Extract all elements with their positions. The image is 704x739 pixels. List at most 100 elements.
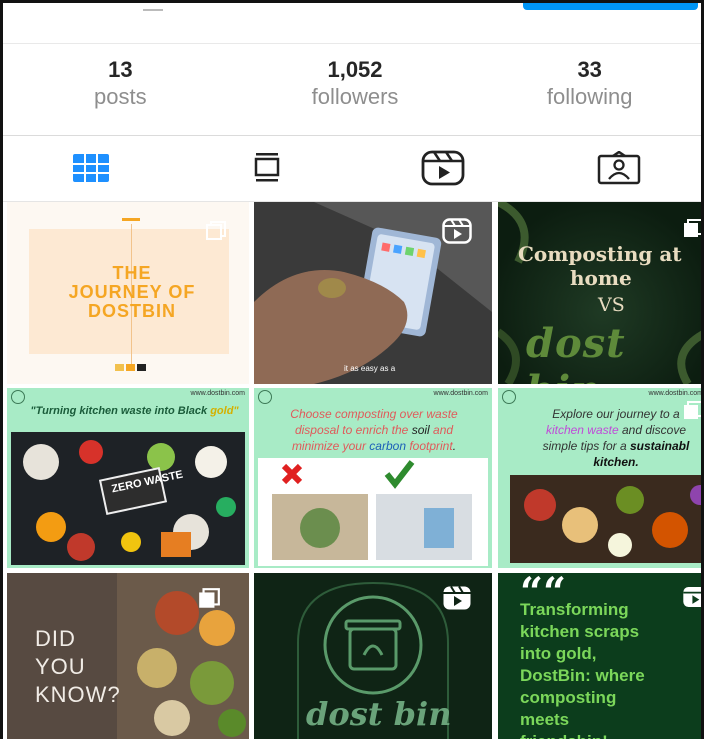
following-count: 33 <box>577 57 602 82</box>
followers-stat[interactable]: 1,052 followers <box>238 43 473 135</box>
followers-count: 1,052 <box>327 57 383 82</box>
did-you-know-line: DID <box>35 626 76 651</box>
post-dostbin-logo[interactable]: dost bin <box>254 573 492 739</box>
post-transforming-scraps[interactable]: ““ Transforming kitchen scraps into gold… <box>498 573 701 739</box>
profile-screen: 13 posts 1,052 followers 33 following TH… <box>0 0 704 739</box>
journey-title: THE JOURNEY OF DOSTBIN <box>37 264 227 321</box>
brand-logo-icon <box>258 390 272 404</box>
dostbin-brand: dost bin <box>306 695 452 733</box>
post-explore-journey[interactable]: www.dostbin.com Explore our journey to a… <box>498 388 703 568</box>
top-bar <box>3 3 701 44</box>
following-stat[interactable]: 33 following <box>472 43 701 135</box>
message-text: and discove <box>618 423 687 437</box>
platter-photo <box>510 475 701 563</box>
multi-post-icon <box>684 219 701 237</box>
followers-label: followers <box>311 84 399 109</box>
composting-message: Choose composting over waste disposal to… <box>258 406 490 454</box>
carbon-text: carbon <box>369 439 406 453</box>
multi-post-icon <box>206 221 226 240</box>
transforming-line: kitchen scraps <box>520 622 640 641</box>
kitchen-text: kitchen. <box>593 455 639 469</box>
top-divider <box>143 9 163 11</box>
message-line: Choose composting over waste <box>290 407 458 421</box>
transforming-line: composting <box>520 688 617 707</box>
message-line: kitchen waste and discove <box>506 422 701 438</box>
quote-end: gold" <box>207 405 239 417</box>
composting-heading: Composting at home <box>518 242 701 290</box>
posts-grid: THE JOURNEY OF DOSTBIN it as easy as a C… <box>3 202 703 739</box>
compare-panel <box>258 458 488 566</box>
heading-line: Composting at <box>518 242 682 266</box>
transforming-line: into gold, <box>520 644 597 663</box>
message-text: minimize your <box>291 439 370 453</box>
journey-title-line: JOURNEY OF <box>68 282 196 302</box>
site-url: www.dostbin.com <box>433 390 488 397</box>
accent-bar <box>122 218 140 221</box>
post-journey-of-dostbin[interactable]: THE JOURNEY OF DOSTBIN <box>7 202 249 384</box>
reel-caption: it as easy as a <box>344 364 396 373</box>
quote-highlight: Black <box>177 405 208 417</box>
message-line: Explore our journey to a <box>552 407 680 421</box>
profile-tabs <box>3 135 701 202</box>
message-text: and <box>429 423 454 437</box>
multi-post-icon <box>199 588 220 608</box>
edit-profile-button[interactable] <box>523 3 698 10</box>
post-choose-composting[interactable]: www.dostbin.com Choose composting over w… <box>254 388 492 568</box>
message-line: minimize your carbon footprint. <box>258 438 490 454</box>
post-quote: "Turning kitchen waste into Black gold" <box>27 405 242 417</box>
profile-stats: 13 posts 1,052 followers 33 following <box>3 43 701 136</box>
transforming-line: Transforming <box>520 600 629 619</box>
message-text: . <box>452 439 457 453</box>
posts-label: posts <box>94 84 147 109</box>
transforming-line: friendship! <box>520 731 701 739</box>
reels-tab[interactable] <box>355 135 531 201</box>
feed-icon <box>254 153 280 182</box>
did-you-know-line: YOU <box>35 654 86 679</box>
grid-tab[interactable] <box>3 135 179 201</box>
brand-logo-icon <box>11 390 25 404</box>
posts-count: 13 <box>108 57 133 82</box>
quote-prefix: "Turning kitchen waste into <box>30 405 178 417</box>
message-line: disposal to enrich the soil and <box>258 422 490 438</box>
tagged-tab[interactable] <box>531 135 701 201</box>
heading-line: home <box>570 266 632 290</box>
tagged-icon <box>597 151 641 185</box>
site-url: www.dostbin.com <box>190 390 245 397</box>
soil-text: soil <box>411 423 430 437</box>
dostbin-brand: dost bin <box>526 320 626 384</box>
food-waste-photo: ZERO WASTE <box>11 432 245 565</box>
post-composting-vs-dostbin[interactable]: Composting at home VS dost bin <box>498 202 701 384</box>
grid-icon <box>73 154 109 182</box>
journey-message: Explore our journey to a kitchen waste a… <box>506 406 701 470</box>
footprint-text: footprint <box>406 439 453 453</box>
transforming-line: DostBin: where <box>520 666 645 685</box>
reel-icon <box>443 585 471 610</box>
site-url: www.dostbin.com <box>648 390 703 397</box>
message-text: simple tips for a <box>542 439 630 453</box>
journey-title-line: DOSTBIN <box>88 301 176 321</box>
posts-stat[interactable]: 13 posts <box>3 43 238 135</box>
post-phone-hand[interactable]: it as easy as a <box>254 202 492 384</box>
reel-icon <box>683 587 701 607</box>
message-text: disposal to enrich the <box>294 423 412 437</box>
journey-title-line: THE <box>112 263 152 283</box>
vs-text: VS <box>598 294 625 316</box>
did-you-know-text: DID YOU KNOW? <box>35 625 121 709</box>
multi-post-icon <box>684 401 701 419</box>
message-line: simple tips for a sustainabl <box>506 438 701 454</box>
reel-icon <box>442 218 472 244</box>
vegetables-photo <box>117 573 249 739</box>
post-did-you-know[interactable]: DID YOU KNOW? <box>7 573 249 739</box>
kitchen-waste-text: kitchen waste <box>545 423 619 437</box>
did-you-know-line: KNOW? <box>35 682 121 707</box>
transforming-line: meets <box>520 710 570 729</box>
post-black-gold[interactable]: www.dostbin.com "Turning kitchen waste i… <box>7 388 249 568</box>
message-line: kitchen. <box>506 454 701 470</box>
brand-logo-icon <box>502 390 516 404</box>
reels-icon <box>421 150 465 186</box>
feed-tab[interactable] <box>179 135 355 201</box>
carousel-dots <box>115 364 146 371</box>
transforming-text: Transforming kitchen scraps into gold, D… <box>520 599 701 739</box>
sustainable-text: sustainabl <box>630 439 690 453</box>
following-label: following <box>546 84 633 109</box>
